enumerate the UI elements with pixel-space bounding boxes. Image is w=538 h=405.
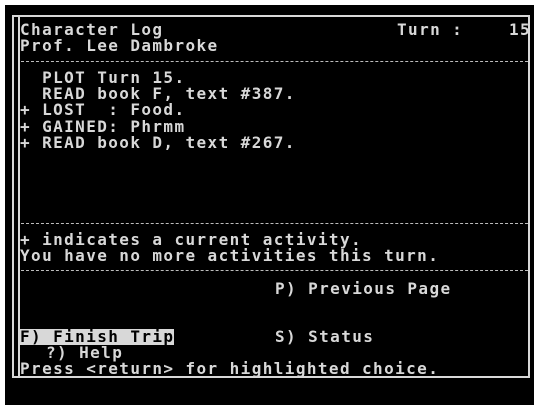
notes-separator <box>21 270 528 271</box>
status-option[interactable]: S) Status <box>275 329 374 345</box>
turn-label: Turn : <box>397 20 464 39</box>
screen-bottom-border <box>5 381 534 405</box>
log-entry: + READ book D, text #267. <box>20 133 296 152</box>
turn-status-message: You have no more activities this turn. <box>20 246 440 265</box>
game-screen: Character Log Turn : 15 Prof. Lee Dambro… <box>5 5 534 381</box>
log-entry: + LOST : Food. <box>20 100 186 119</box>
log-separator <box>21 223 528 224</box>
previous-page-option[interactable]: P) Previous Page <box>275 281 452 297</box>
return-prompt: Press <return> for highlighted choice. <box>20 359 440 378</box>
header-separator <box>21 61 528 62</box>
turn-number: 15 <box>509 20 532 39</box>
character-name: Prof. Lee Dambroke <box>20 36 219 55</box>
